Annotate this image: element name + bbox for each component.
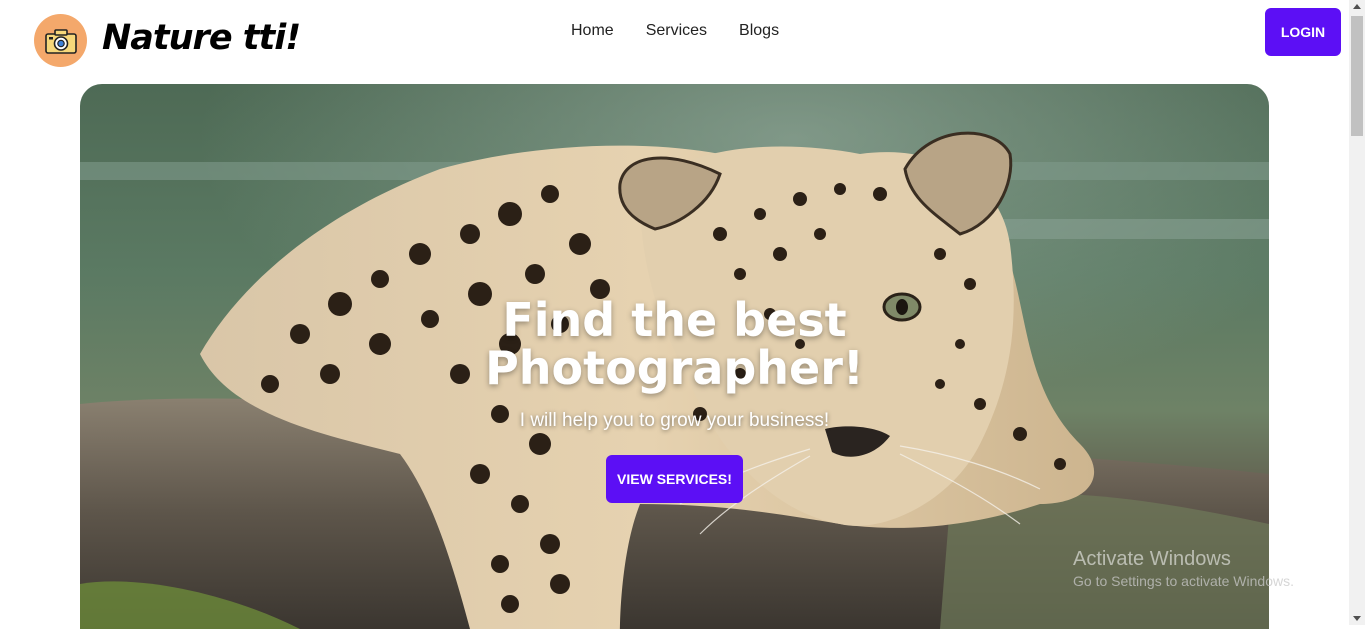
windows-activation-watermark: Activate Windows Go to Settings to activ… bbox=[1073, 548, 1294, 589]
hero-title: Find the best Photographer! bbox=[80, 296, 1269, 392]
view-services-button[interactable]: VIEW SERVICES! bbox=[606, 455, 743, 503]
camera-icon bbox=[44, 28, 77, 54]
hero-title-line1: Find the best bbox=[502, 293, 847, 347]
brand-name[interactable]: Nature tti! bbox=[102, 18, 301, 58]
hero-subtitle: I will help you to grow your business! bbox=[519, 410, 830, 431]
navbar: Nature tti! Home Services Blogs LOGIN bbox=[0, 0, 1349, 78]
logo[interactable] bbox=[34, 14, 87, 67]
scroll-down-icon[interactable] bbox=[1353, 616, 1361, 621]
login-button[interactable]: LOGIN bbox=[1265, 8, 1341, 56]
nav-services[interactable]: Services bbox=[646, 22, 707, 40]
watermark-subtitle: Go to Settings to activate Windows. bbox=[1073, 573, 1294, 589]
main-nav: Home Services Blogs bbox=[571, 22, 779, 40]
watermark-title: Activate Windows bbox=[1073, 548, 1231, 570]
nav-home[interactable]: Home bbox=[571, 22, 614, 40]
nav-blogs[interactable]: Blogs bbox=[739, 22, 779, 40]
scroll-up-icon[interactable] bbox=[1353, 4, 1361, 9]
hero-title-line2: Photographer! bbox=[485, 341, 864, 395]
page-scrollbar[interactable] bbox=[1349, 0, 1365, 625]
scroll-thumb[interactable] bbox=[1351, 16, 1363, 136]
